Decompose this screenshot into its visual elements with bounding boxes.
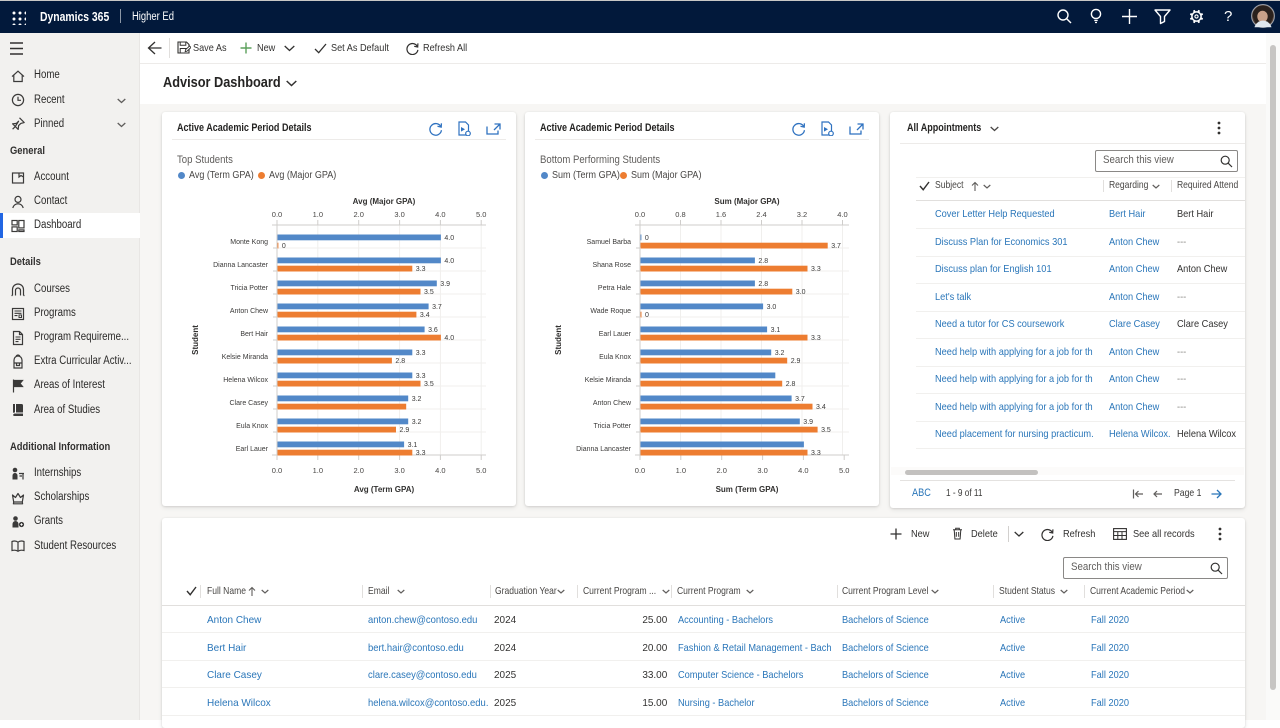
svg-text:2.9: 2.9 <box>400 427 410 434</box>
svg-text:4.0: 4.0 <box>798 466 808 475</box>
svg-text:2.8: 2.8 <box>786 381 796 388</box>
svg-text:Kelsie Miranda: Kelsie Miranda <box>585 377 631 384</box>
svg-text:4.0: 4.0 <box>444 235 454 242</box>
svg-text:3.3: 3.3 <box>811 335 821 342</box>
svg-text:0.0: 0.0 <box>635 210 645 219</box>
svg-text:3.3: 3.3 <box>416 350 426 357</box>
svg-text:2.0: 2.0 <box>716 466 726 475</box>
svg-text:3.1: 3.1 <box>771 327 781 334</box>
svg-text:4.0: 4.0 <box>444 258 454 265</box>
svg-text:3.3: 3.3 <box>811 450 821 457</box>
svg-text:1.0: 1.0 <box>676 466 686 475</box>
svg-text:3.2: 3.2 <box>412 419 422 426</box>
svg-text:1.6: 1.6 <box>716 210 726 219</box>
svg-text:Eula Knox: Eula Knox <box>236 423 268 430</box>
svg-text:Sum (Term GPA): Sum (Term GPA) <box>716 485 779 494</box>
svg-text:Dianna Lancaster: Dianna Lancaster <box>213 262 269 269</box>
svg-text:0.0: 0.0 <box>635 466 645 475</box>
svg-text:3.3: 3.3 <box>416 373 426 380</box>
svg-text:Anton Chew: Anton Chew <box>230 308 269 315</box>
svg-text:4.0: 4.0 <box>435 466 445 475</box>
svg-text:2.0: 2.0 <box>353 466 363 475</box>
svg-text:3.2: 3.2 <box>412 396 422 403</box>
svg-text:3.5: 3.5 <box>821 427 831 434</box>
svg-text:1.0: 1.0 <box>313 466 323 475</box>
svg-text:Monte Kong: Monte Kong <box>230 239 268 246</box>
svg-text:2.4: 2.4 <box>756 210 766 219</box>
svg-text:3.0: 3.0 <box>394 466 404 475</box>
svg-text:Earl Lauer: Earl Lauer <box>236 446 269 453</box>
svg-text:Petra Hale: Petra Hale <box>598 285 631 292</box>
svg-text:Samuel Barba: Samuel Barba <box>587 239 631 246</box>
svg-text:Kelsie Miranda: Kelsie Miranda <box>222 354 268 361</box>
svg-text:2.8: 2.8 <box>758 281 768 288</box>
svg-text:Clare Casey: Clare Casey <box>229 400 268 407</box>
svg-text:Avg (Major GPA): Avg (Major GPA) <box>353 197 416 206</box>
svg-text:Bert Hair: Bert Hair <box>240 331 268 338</box>
svg-text:1.0: 1.0 <box>313 210 323 219</box>
svg-text:0: 0 <box>645 312 649 319</box>
svg-text:3.0: 3.0 <box>767 304 777 311</box>
svg-text:Student: Student <box>554 325 563 355</box>
svg-text:3.7: 3.7 <box>795 396 805 403</box>
svg-text:Avg (Term GPA): Avg (Term GPA) <box>354 485 415 494</box>
svg-text:4.0: 4.0 <box>837 210 847 219</box>
svg-text:3.0: 3.0 <box>394 210 404 219</box>
svg-text:Student: Student <box>191 325 200 355</box>
svg-text:3.6: 3.6 <box>428 327 438 334</box>
svg-text:3.1: 3.1 <box>408 442 418 449</box>
svg-text:2.8: 2.8 <box>758 258 768 265</box>
svg-text:4.0: 4.0 <box>444 335 454 342</box>
svg-text:Shana Rose: Shana Rose <box>592 262 631 269</box>
svg-text:Earl Lauer: Earl Lauer <box>599 331 632 338</box>
svg-text:Dianna Lancaster: Dianna Lancaster <box>576 446 632 453</box>
svg-text:3.2: 3.2 <box>775 350 785 357</box>
svg-text:0: 0 <box>282 243 286 250</box>
svg-text:3.5: 3.5 <box>424 381 434 388</box>
svg-text:0.8: 0.8 <box>675 210 685 219</box>
svg-text:3.4: 3.4 <box>816 404 826 411</box>
svg-text:5.0: 5.0 <box>476 466 486 475</box>
svg-text:Sum (Major GPA): Sum (Major GPA) <box>714 197 780 206</box>
svg-text:0.0: 0.0 <box>272 210 282 219</box>
svg-text:3.9: 3.9 <box>803 419 813 426</box>
svg-text:3.3: 3.3 <box>811 266 821 273</box>
svg-text:4.0: 4.0 <box>435 210 445 219</box>
svg-text:2.9: 2.9 <box>791 358 801 365</box>
svg-text:Anton Chew: Anton Chew <box>593 400 632 407</box>
svg-text:Eula Knox: Eula Knox <box>599 354 631 361</box>
svg-text:3.7: 3.7 <box>432 304 442 311</box>
svg-text:5.0: 5.0 <box>476 210 486 219</box>
svg-text:5.0: 5.0 <box>839 466 849 475</box>
svg-text:Wade Roque: Wade Roque <box>590 308 631 315</box>
svg-text:3.0: 3.0 <box>796 289 806 296</box>
svg-text:3.4: 3.4 <box>420 312 430 319</box>
svg-text:3.3: 3.3 <box>416 266 426 273</box>
svg-text:3.9: 3.9 <box>440 281 450 288</box>
svg-text:0.0: 0.0 <box>272 466 282 475</box>
svg-text:Tricia Potter: Tricia Potter <box>231 285 269 292</box>
svg-text:Tricia Potter: Tricia Potter <box>594 423 632 430</box>
svg-text:3.3: 3.3 <box>416 450 426 457</box>
svg-text:3.2: 3.2 <box>797 210 807 219</box>
svg-text:2.8: 2.8 <box>395 358 405 365</box>
svg-text:Helena Wilcox: Helena Wilcox <box>223 377 268 384</box>
svg-text:0: 0 <box>645 235 649 242</box>
svg-text:3.0: 3.0 <box>757 466 767 475</box>
svg-text:3.5: 3.5 <box>424 289 434 296</box>
svg-text:2.0: 2.0 <box>353 210 363 219</box>
svg-text:3.7: 3.7 <box>831 243 841 250</box>
